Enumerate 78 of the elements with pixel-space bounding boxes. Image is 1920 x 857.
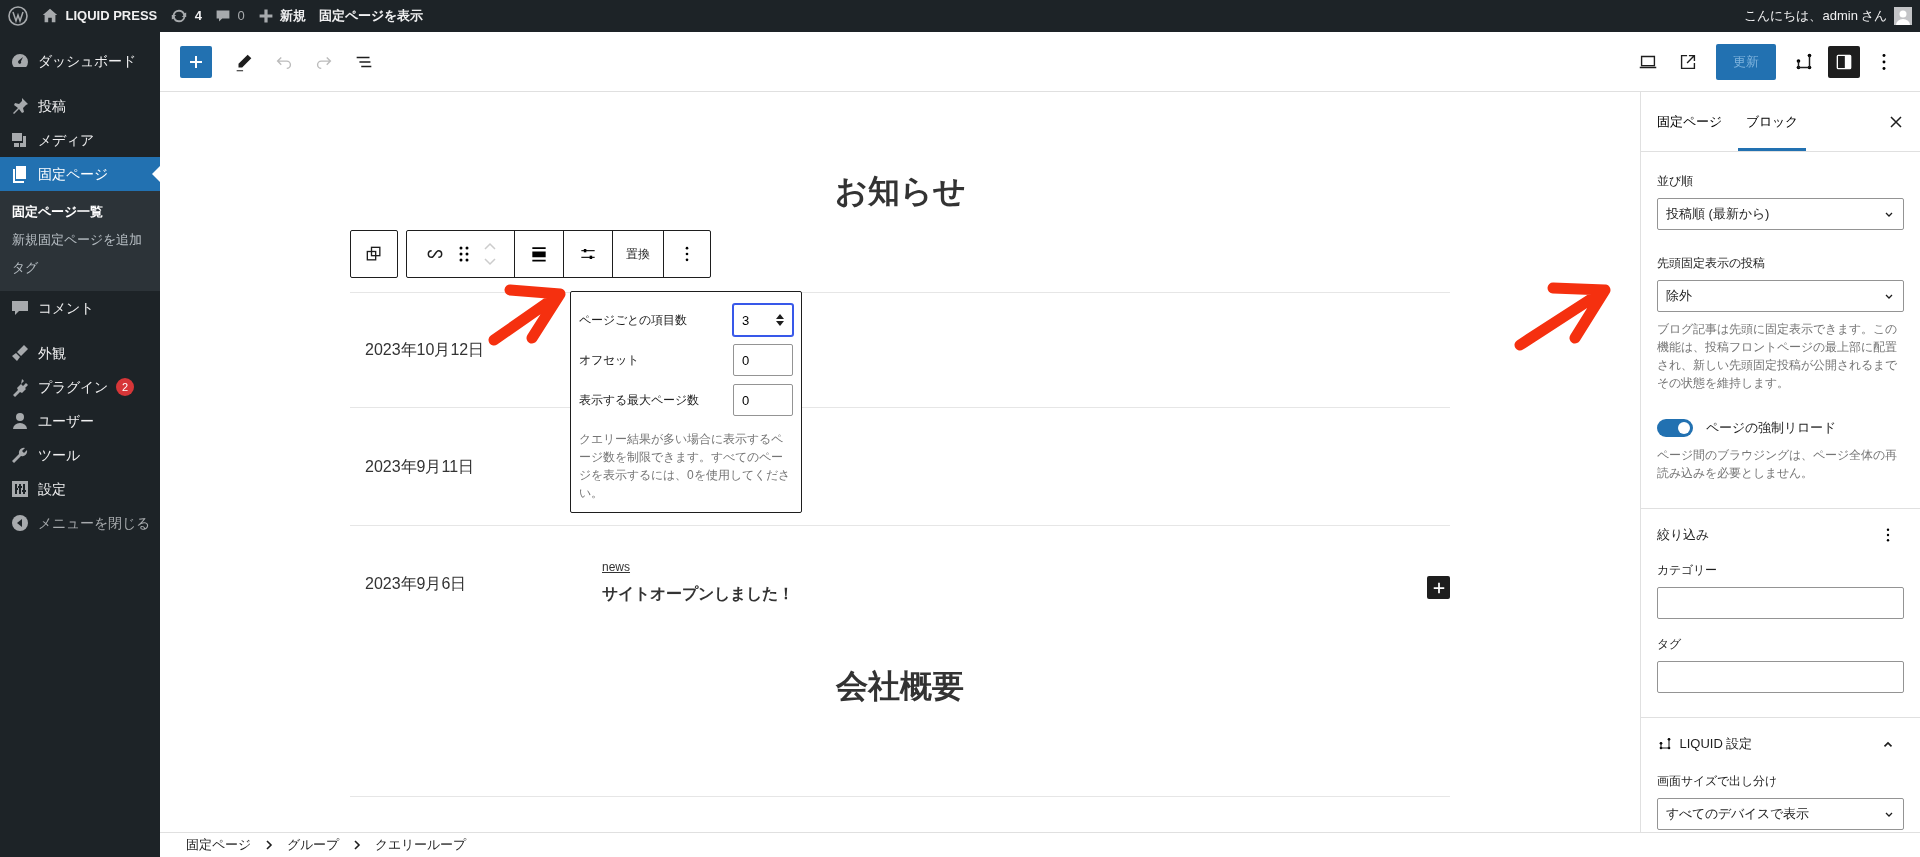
add-block-button[interactable] (1427, 576, 1450, 600)
field-label: カテゴリー (1657, 561, 1718, 579)
connected-dots-icon (1657, 735, 1673, 752)
plus-icon (257, 8, 274, 24)
menu-icon (10, 513, 30, 533)
chevron-right-icon (265, 840, 273, 850)
submenu-item[interactable]: タグ (0, 254, 160, 282)
menu-item[interactable]: コメント (0, 291, 160, 325)
menu-icon (10, 343, 30, 363)
toggle-switch[interactable] (1657, 418, 1693, 437)
submenu-item[interactable]: 固定ページ一覧 (0, 198, 160, 226)
home-icon (41, 7, 59, 25)
field-label: タグ (1657, 635, 1682, 653)
breadcrumb-link[interactable]: 固定ページ (186, 835, 251, 855)
menu-item[interactable]: 投稿 (0, 89, 160, 123)
help-text: クエリー結果が多い場合に表示するページ数を制限できます。すべてのページを表示するには、0を使用してください。 (579, 431, 791, 503)
menu-icon (10, 479, 30, 499)
number-field[interactable]: 0 (733, 384, 793, 417)
menu-icon (10, 298, 30, 318)
view-page-link[interactable]: 固定ページを表示 (319, 6, 424, 26)
spinner-icon[interactable] (775, 313, 785, 328)
greeting-text[interactable]: こんにちは、admin さん (1744, 6, 1888, 26)
menu-item[interactable]: メニューを閉じる (0, 506, 160, 540)
post-date: 2023年9月6日 (365, 574, 467, 595)
field-label: オフセット (579, 352, 639, 370)
plus-icon (1431, 580, 1446, 595)
post-title[interactable]: サイトオープンしました！ (602, 582, 794, 607)
toggle-label: ページの強制リロード (1706, 419, 1836, 437)
post-date: 2023年9月11日 (365, 456, 475, 477)
menu-icon (10, 411, 30, 431)
menu-item[interactable]: プラグイン 2 (0, 370, 160, 404)
refresh-icon (170, 7, 189, 25)
update-count[interactable]: 4 (194, 6, 202, 26)
post-date: 2023年10月12日 (365, 340, 485, 361)
sidebar-tab[interactable]: ブロック (1738, 92, 1806, 151)
menu-item[interactable]: メディア (0, 123, 160, 157)
chevron-right-icon (353, 840, 361, 850)
menu-item[interactable]: 外観 (0, 336, 160, 370)
order-select[interactable]: 投稿順 (最新から) (1657, 198, 1904, 230)
help-text: ブログ記事は先頭に固定表示できます。この機能は、投稿フロントページの最上部に配置され、新しい先頭固定投稿が公開されるまでその状態を維持します。 (1657, 321, 1898, 392)
field-label: 表示する最大ページ数 (579, 392, 699, 410)
field-label: 先頭固定表示の投稿 (1657, 255, 1766, 272)
site-name-link[interactable]: LIQUID PRESS (65, 6, 158, 26)
number-field[interactable]: 0 (733, 344, 793, 377)
text-field[interactable] (1657, 660, 1904, 693)
number-field[interactable]: 3 (733, 304, 793, 337)
menu-item[interactable]: ツール (0, 438, 160, 472)
panel-title: LIQUID 設定 (1679, 734, 1753, 753)
field-label: ページごとの項目数 (579, 312, 687, 330)
menu-icon (10, 445, 30, 465)
menu-item[interactable]: 設定 (0, 472, 160, 506)
panel-title: 絞り込み (1657, 525, 1709, 544)
sticky-posts-select[interactable]: 除外 (1657, 280, 1904, 312)
sidebar-tab[interactable]: 固定ページ (1649, 92, 1730, 151)
breadcrumb-link[interactable]: クエリーループ (375, 835, 466, 855)
submenu-item[interactable]: 新規固定ページを追加 (0, 226, 160, 254)
menu-item[interactable]: 固定ページ (0, 157, 160, 191)
settings-toggle-button[interactable] (1828, 45, 1860, 78)
replace-button[interactable]: 置換 (613, 231, 664, 278)
plus-icon (188, 53, 204, 70)
wordpress-logo-icon[interactable] (8, 6, 28, 26)
menu-item[interactable]: ダッシュボード (0, 44, 160, 78)
close-icon[interactable] (1888, 113, 1904, 130)
menu-item[interactable]: ユーザー (0, 404, 160, 438)
breadcrumb-link[interactable]: グループ (287, 835, 339, 855)
page-heading: お知らせ (833, 172, 967, 211)
update-badge: 2 (116, 378, 134, 396)
field-label: 並び順 (1657, 173, 1694, 190)
display-select[interactable]: すべてのデバイスで表示 (1657, 797, 1904, 830)
align-full-icon[interactable] (529, 244, 549, 265)
section-heading: 会社概要 (835, 667, 965, 706)
comment-icon (215, 8, 231, 24)
help-text: ページ間のブラウジングは、ページ全体の再読み込みを必要としません。 (1657, 446, 1898, 482)
comment-count[interactable]: 0 (237, 6, 245, 26)
field-label: 画面サイズで出し分け (1657, 772, 1778, 790)
new-link[interactable]: 新規 (280, 6, 307, 26)
text-field[interactable] (1657, 586, 1904, 619)
category-link[interactable]: news (602, 558, 794, 577)
